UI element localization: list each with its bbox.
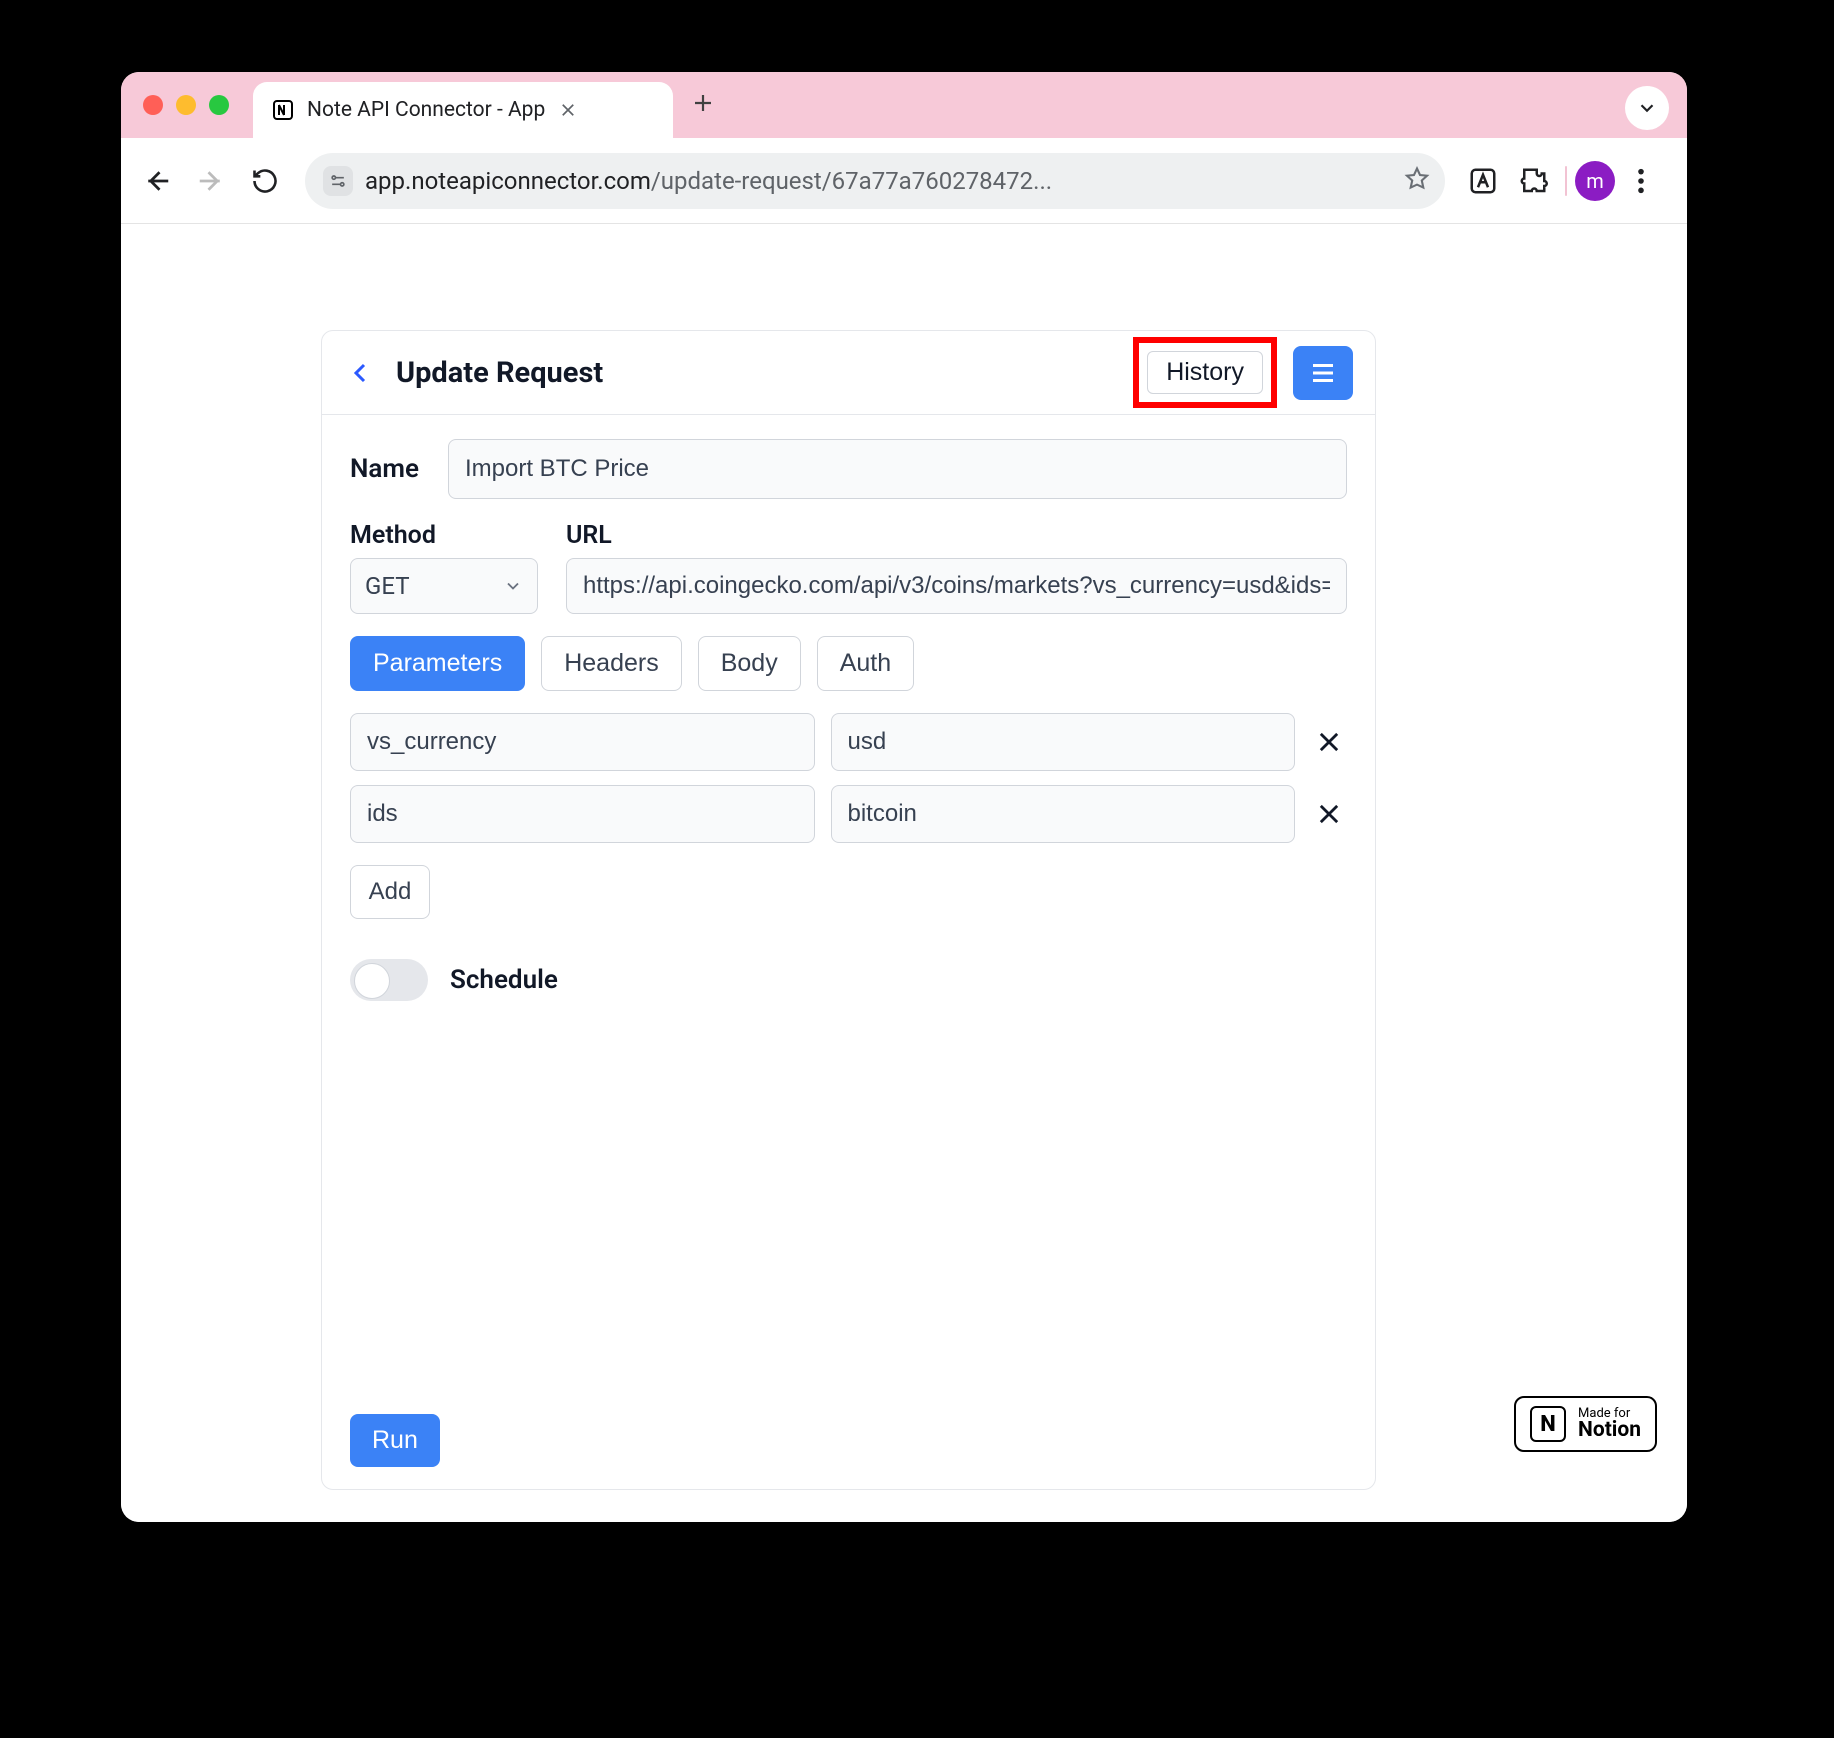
minimize-window-button[interactable] xyxy=(176,95,196,115)
nav-forward-button[interactable] xyxy=(185,155,237,207)
bookmark-star-icon[interactable] xyxy=(1403,165,1431,197)
param-value-input[interactable] xyxy=(831,713,1296,771)
param-delete-button[interactable] xyxy=(1311,796,1347,832)
url-label: URL xyxy=(566,521,1347,550)
params-list xyxy=(350,713,1347,843)
history-highlight: History xyxy=(1133,337,1277,408)
close-window-button[interactable] xyxy=(143,95,163,115)
run-button[interactable]: Run xyxy=(350,1414,440,1467)
extension-a-icon[interactable] xyxy=(1459,157,1507,205)
add-param-button[interactable]: Add xyxy=(350,865,430,919)
made-for-notion-badge[interactable]: N Made for Notion xyxy=(1514,1396,1657,1452)
method-select[interactable]: GET xyxy=(350,558,538,614)
site-info-icon[interactable] xyxy=(323,166,353,196)
new-tab-button[interactable] xyxy=(691,91,715,119)
address-bar: app.noteapiconnector.com/update-request/… xyxy=(121,138,1687,224)
chevron-down-icon xyxy=(503,576,523,596)
titlebar: Note API Connector - App xyxy=(121,72,1687,138)
request-card: Update Request History Name xyxy=(321,330,1376,1490)
tab-body[interactable]: Body xyxy=(698,636,801,691)
back-button[interactable] xyxy=(344,356,378,390)
badge-big-text: Notion xyxy=(1578,1420,1641,1441)
param-value-input[interactable] xyxy=(831,785,1296,843)
param-row xyxy=(350,785,1347,843)
request-tabs: Parameters Headers Body Auth xyxy=(350,636,1347,691)
url-bar[interactable]: app.noteapiconnector.com/update-request/… xyxy=(305,153,1445,209)
card-body: Name Method GET URL xyxy=(322,415,1375,1489)
param-key-input[interactable] xyxy=(350,713,815,771)
tab-headers[interactable]: Headers xyxy=(541,636,682,691)
name-input[interactable] xyxy=(448,439,1347,499)
schedule-label: Schedule xyxy=(450,965,558,995)
notion-icon: N xyxy=(1530,1406,1566,1442)
card-header: Update Request History xyxy=(322,331,1375,415)
schedule-toggle[interactable] xyxy=(350,959,428,1001)
page-content: Update Request History Name xyxy=(121,224,1687,1522)
nav-back-button[interactable] xyxy=(131,155,183,207)
url-input[interactable] xyxy=(566,558,1347,614)
window-controls xyxy=(143,95,229,115)
tab-parameters[interactable]: Parameters xyxy=(350,636,525,691)
tab-close-icon[interactable] xyxy=(557,99,579,121)
maximize-window-button[interactable] xyxy=(209,95,229,115)
name-label: Name xyxy=(350,454,432,484)
browser-tab[interactable]: Note API Connector - App xyxy=(253,82,673,138)
toolbar-separator xyxy=(1565,166,1567,196)
browser-window: Note API Connector - App xyxy=(121,72,1687,1522)
profile-avatar[interactable]: m xyxy=(1575,161,1615,201)
method-label: Method xyxy=(350,521,538,550)
tab-favicon-icon xyxy=(271,98,295,122)
method-value: GET xyxy=(365,572,410,600)
tabs-menu-button[interactable] xyxy=(1625,86,1669,130)
reload-button[interactable] xyxy=(239,155,291,207)
param-row xyxy=(350,713,1347,771)
history-button[interactable]: History xyxy=(1147,351,1263,394)
menu-button[interactable] xyxy=(1293,346,1353,400)
tab-title: Note API Connector - App xyxy=(307,98,545,122)
browser-menu-icon[interactable] xyxy=(1617,157,1665,205)
page-title: Update Request xyxy=(396,356,603,390)
extensions-puzzle-icon[interactable] xyxy=(1509,157,1557,205)
tab-auth[interactable]: Auth xyxy=(817,636,914,691)
url-text: app.noteapiconnector.com/update-request/… xyxy=(365,167,1391,195)
param-key-input[interactable] xyxy=(350,785,815,843)
param-delete-button[interactable] xyxy=(1311,724,1347,760)
